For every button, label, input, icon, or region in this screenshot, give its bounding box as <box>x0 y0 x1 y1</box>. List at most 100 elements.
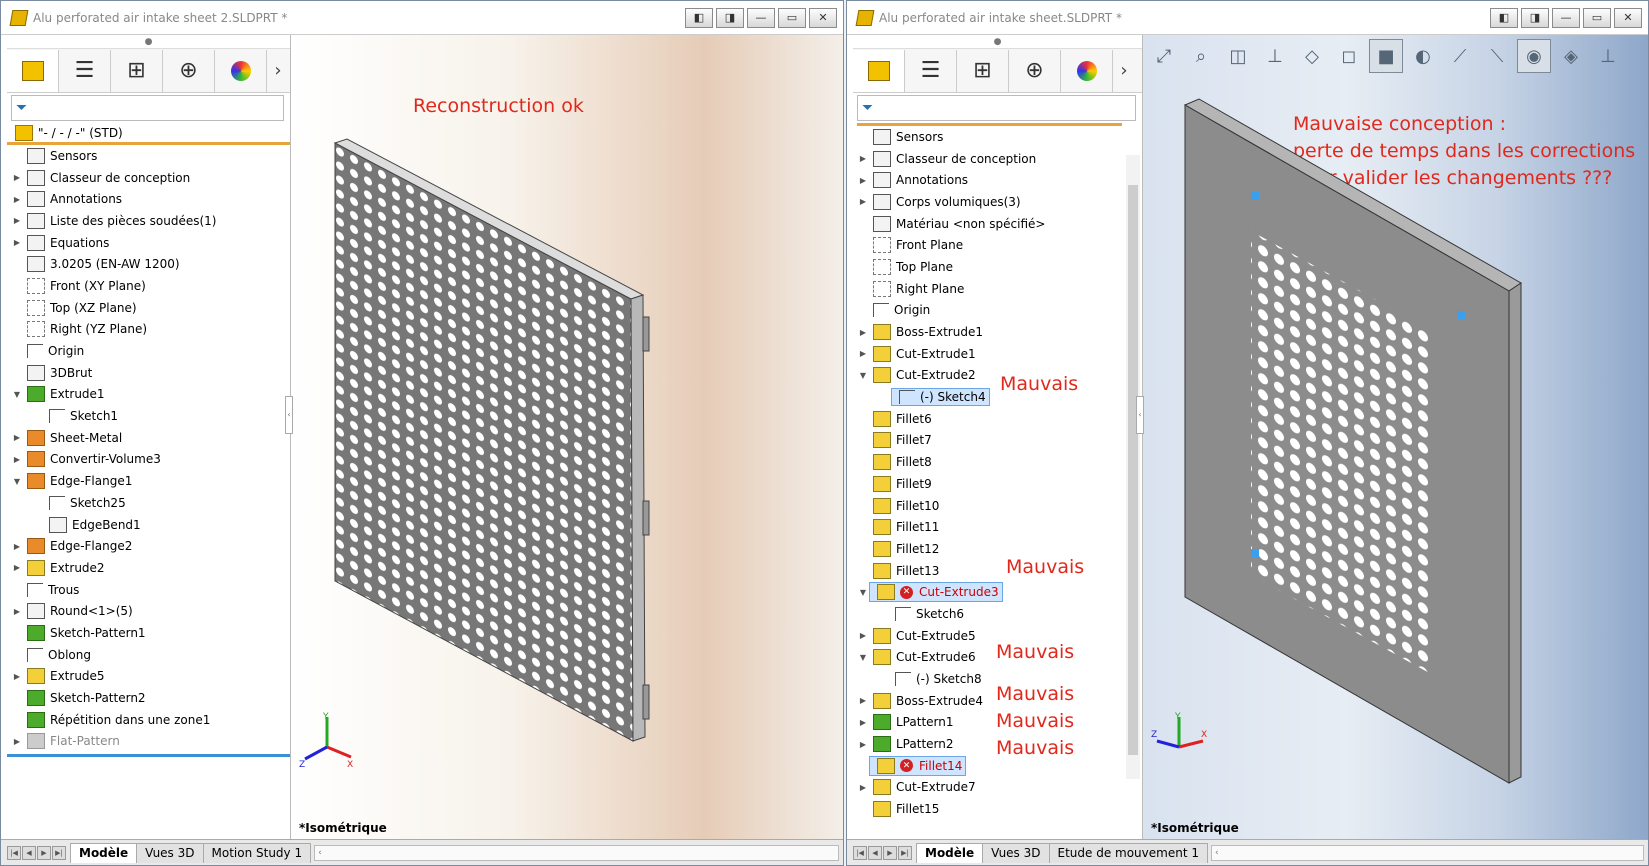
expander-icon[interactable]: ▶ <box>857 197 869 206</box>
tile-right-button[interactable]: ◨ <box>716 7 744 28</box>
close-button[interactable]: ✕ <box>809 7 837 28</box>
maximize-button[interactable]: ▭ <box>778 7 806 28</box>
expander-icon[interactable]: ▼ <box>857 371 869 380</box>
panel-collapse-handle[interactable]: ‹ <box>1136 396 1144 434</box>
tree-node[interactable]: Sketch-Pattern2 <box>7 687 290 709</box>
tab-motion-study[interactable]: Motion Study 1 <box>202 842 312 863</box>
tab-model[interactable]: Modèle <box>916 842 984 863</box>
tile-right-button[interactable]: ◨ <box>1521 7 1549 28</box>
display-manager-tab[interactable] <box>1061 49 1113 92</box>
next-tab-icon[interactable]: ▶ <box>37 845 51 860</box>
expander-icon[interactable]: ▶ <box>11 542 23 551</box>
scrollbar-thumb[interactable] <box>1128 185 1138 755</box>
expander-icon[interactable]: ▼ <box>857 653 869 662</box>
tree-node[interactable]: Oblong <box>7 644 290 666</box>
tree-node[interactable]: ▶ Equations <box>7 232 290 254</box>
tree-node[interactable]: ▼ ✕ Cut-Extrude3 <box>853 581 1142 603</box>
first-tab-icon[interactable]: |◀ <box>7 845 21 860</box>
right-title-bar[interactable]: Alu perforated air intake sheet.SLDPRT *… <box>847 1 1648 35</box>
tab-model[interactable]: Modèle <box>70 842 138 863</box>
panel-grip[interactable]: ● <box>7 35 290 49</box>
tree-node[interactable]: Matériau <non spécifié> <box>853 213 1142 235</box>
tree-node[interactable]: ▶ Extrude5 <box>7 666 290 688</box>
tree-node[interactable]: Fillet15 <box>853 798 1142 820</box>
last-tab-icon[interactable]: ▶| <box>898 845 912 860</box>
expander-icon[interactable]: ▶ <box>857 328 869 337</box>
tree-vertical-scrollbar[interactable] <box>1126 155 1140 779</box>
tree-node[interactable]: Fillet11 <box>853 516 1142 538</box>
tree-node[interactable]: ▶ Flat-Pattern <box>7 731 290 753</box>
tree-node[interactable]: Origin <box>853 300 1142 322</box>
right-graphics-area[interactable]: ⤢ ⌕ ◫ ⊥ ◇ ◻ ■ ◐ ⟋ ⟍ ◉ ◈ ⊥ Mauvaise conce… <box>1143 35 1648 839</box>
tree-node[interactable]: Fillet13 <box>853 560 1142 582</box>
expander-icon[interactable]: ▶ <box>857 154 869 163</box>
chevron-right-icon[interactable]: › <box>267 60 289 81</box>
configuration-manager-tab[interactable]: ⊞ <box>111 49 163 92</box>
expander-icon[interactable]: ▶ <box>857 349 869 358</box>
display-manager-tab[interactable] <box>215 49 267 92</box>
tree-node[interactable]: Front Plane <box>853 234 1142 256</box>
tree-node[interactable]: ▶ Liste des pièces soudées(1) <box>7 210 290 232</box>
feature-manager-tab[interactable] <box>7 49 59 92</box>
expander-icon[interactable]: ▶ <box>857 176 869 185</box>
maximize-button[interactable]: ▭ <box>1583 7 1611 28</box>
tab-3d-views[interactable]: Vues 3D <box>136 842 204 863</box>
tree-node[interactable]: ▶ Classeur de conception <box>853 148 1142 170</box>
tree-node[interactable]: ▶ Cut-Extrude1 <box>853 343 1142 365</box>
left-graphics-area[interactable]: Reconstruction ok Y X Z *Isométrique <box>291 35 843 839</box>
panel-collapse-handle[interactable]: ‹ <box>285 396 293 434</box>
tree-node[interactable]: ▶ Boss-Extrude1 <box>853 321 1142 343</box>
tree-node[interactable]: Fillet10 <box>853 495 1142 517</box>
expander-icon[interactable]: ▶ <box>11 455 23 464</box>
prev-tab-icon[interactable]: ◀ <box>868 845 882 860</box>
perforated-sheet-model[interactable] <box>1143 35 1648 839</box>
expander-icon[interactable]: ▶ <box>11 737 23 746</box>
horizontal-scrollbar[interactable]: ‹ <box>1210 844 1644 861</box>
prev-tab-icon[interactable]: ◀ <box>22 845 36 860</box>
tree-node[interactable]: ▶ Extrude2 <box>7 557 290 579</box>
feature-manager-tab[interactable] <box>853 49 905 92</box>
expander-icon[interactable]: ▶ <box>11 238 23 247</box>
expander-icon[interactable]: ▶ <box>11 173 23 182</box>
tree-node[interactable]: ▶ Edge-Flange2 <box>7 535 290 557</box>
expander-icon[interactable]: ▶ <box>857 740 869 749</box>
last-tab-icon[interactable]: ▶| <box>52 845 66 860</box>
tree-node[interactable]: Fillet12 <box>853 538 1142 560</box>
tree-node[interactable]: Fillet8 <box>853 451 1142 473</box>
tree-node[interactable]: Top Plane <box>853 256 1142 278</box>
tile-left-button[interactable]: ◧ <box>685 7 713 28</box>
tree-node[interactable]: ▶ Annotations <box>853 169 1142 191</box>
expander-icon[interactable]: ▶ <box>11 216 23 225</box>
tree-node[interactable]: Répétition dans une zone1 <box>7 709 290 731</box>
tree-node[interactable]: ▶ Round<1>(5) <box>7 600 290 622</box>
property-manager-tab[interactable]: ☰ <box>59 49 111 92</box>
tree-root[interactable]: "- / - / -" (STD) <box>7 123 290 145</box>
tree-node[interactable]: Sketch-Pattern1 <box>7 622 290 644</box>
configuration-manager-tab[interactable]: ⊞ <box>957 49 1009 92</box>
tree-node[interactable]: Fillet6 <box>853 408 1142 430</box>
tree-node[interactable]: Fillet9 <box>853 473 1142 495</box>
tile-left-button[interactable]: ◧ <box>1490 7 1518 28</box>
expander-icon[interactable]: ▼ <box>11 477 23 486</box>
tree-node[interactable]: Trous <box>7 579 290 601</box>
tree-node[interactable]: Front (XY Plane) <box>7 275 290 297</box>
property-manager-tab[interactable]: ☰ <box>905 49 957 92</box>
tree-node[interactable]: Sketch25 <box>7 492 290 514</box>
expander-icon[interactable]: ▶ <box>11 563 23 572</box>
tree-node[interactable]: Fillet7 <box>853 430 1142 452</box>
tree-filter[interactable]: ⏷ <box>857 95 1136 121</box>
minimize-button[interactable]: — <box>1552 7 1580 28</box>
dimxpert-tab[interactable]: ⊕ <box>163 49 215 92</box>
left-title-bar[interactable]: Alu perforated air intake sheet 2.SLDPRT… <box>1 1 843 35</box>
tree-node[interactable]: 3DBrut <box>7 362 290 384</box>
perforated-sheet-model[interactable] <box>291 35 843 839</box>
horizontal-scrollbar[interactable]: ‹ <box>314 844 839 861</box>
tree-node[interactable]: Sketch6 <box>853 603 1142 625</box>
expander-icon[interactable]: ▼ <box>11 390 23 399</box>
tree-node[interactable]: ▼ Cut-Extrude2 <box>853 365 1142 387</box>
expander-icon[interactable]: ▶ <box>11 672 23 681</box>
expander-icon[interactable]: ▶ <box>857 783 869 792</box>
tree-node[interactable]: Origin <box>7 340 290 362</box>
tree-node[interactable]: Sensors <box>7 145 290 167</box>
rollback-bar[interactable] <box>7 754 290 758</box>
